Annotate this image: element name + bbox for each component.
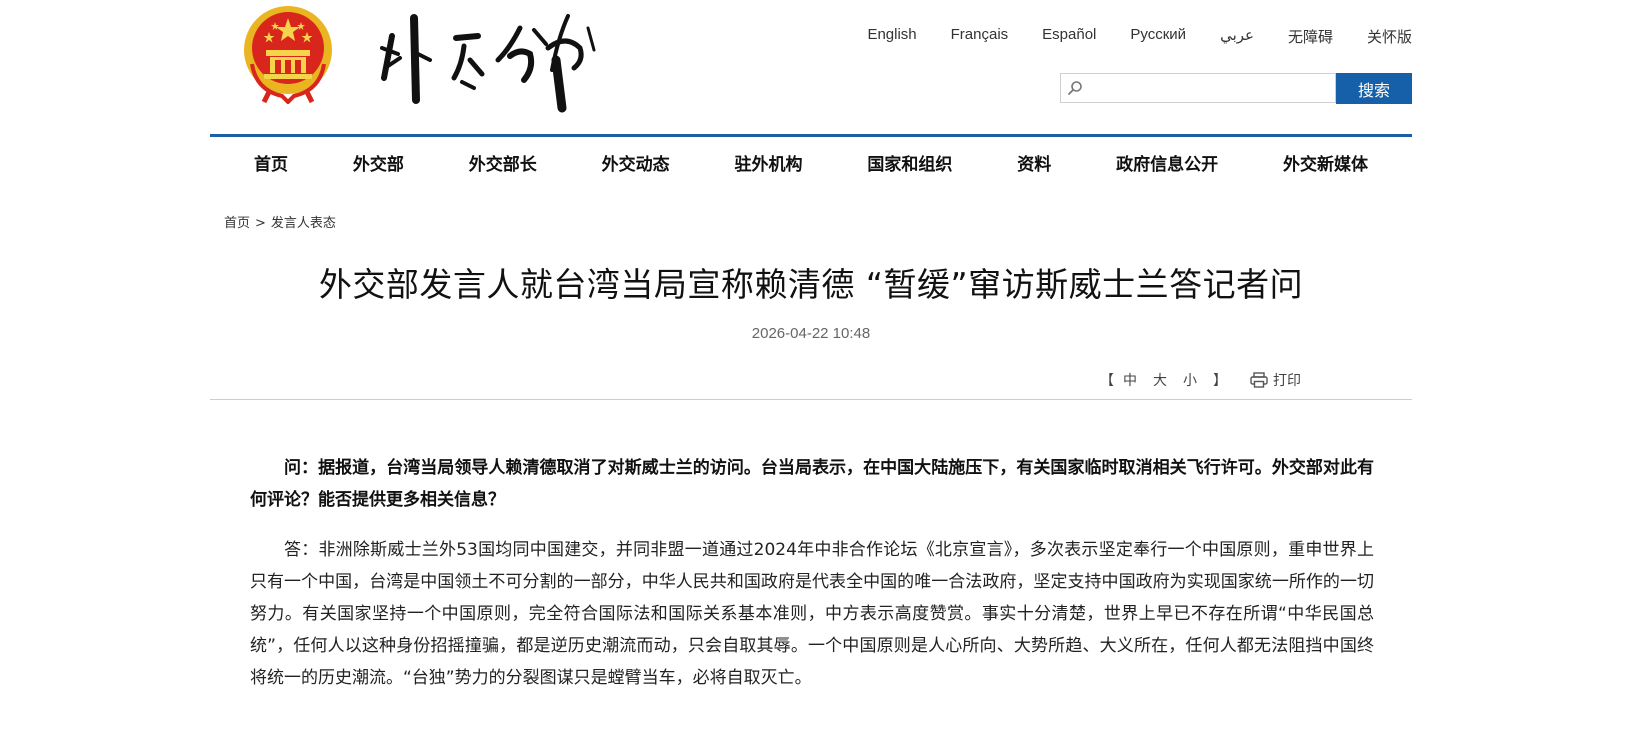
lang-link-russian[interactable]: Русский xyxy=(1130,26,1186,47)
font-size-medium-option[interactable]: 中 xyxy=(1123,373,1137,389)
print-button[interactable]: 打印 xyxy=(1250,370,1301,390)
nav-item-minister[interactable]: 外交部长 xyxy=(469,150,537,178)
national-emblem-logo[interactable] xyxy=(242,4,334,104)
lang-link-spanish[interactable]: Español xyxy=(1042,26,1096,47)
font-size-small-option[interactable]: 小 xyxy=(1183,373,1197,389)
font-size-bracket-open: 【 xyxy=(1100,373,1114,389)
printer-icon xyxy=(1250,372,1268,388)
search-box xyxy=(1060,73,1336,103)
ministry-calligraphy-logo xyxy=(380,14,596,113)
print-label: 打印 xyxy=(1273,373,1301,389)
search-icon xyxy=(1068,81,1082,95)
nav-item-new-media[interactable]: 外交新媒体 xyxy=(1283,150,1368,178)
page: English Français Español Русский عربي 无障… xyxy=(210,0,1412,730)
search-button[interactable]: 搜索 xyxy=(1336,73,1412,104)
article-title: 外交部发言人就台湾当局宣称赖清德 “暂缓”窜访斯威士兰答记者问 xyxy=(318,265,1304,304)
nav-item-countries-organizations[interactable]: 国家和组织 xyxy=(867,150,952,178)
search-input[interactable] xyxy=(1087,77,1331,101)
lang-link-english[interactable]: English xyxy=(867,26,916,47)
elderly-care-mode-link[interactable]: 关怀版 xyxy=(1367,26,1412,47)
breadcrumb-home-link[interactable]: 首页 xyxy=(224,216,250,231)
main-nav: 首页 外交部 外交部长 外交动态 驻外机构 国家和组织 资料 政府信息公开 外交… xyxy=(210,150,1412,178)
nav-item-resources[interactable]: 资料 xyxy=(1017,150,1051,178)
nav-item-government-info[interactable]: 政府信息公开 xyxy=(1116,150,1218,178)
article-date: 2026-04-22 10:48 xyxy=(751,325,871,342)
breadcrumb-current-link[interactable]: 发言人表态 xyxy=(271,216,336,231)
language-bar: English Français Español Русский عربي 无障… xyxy=(833,26,1412,47)
breadcrumb: 首页 > 发言人表态 xyxy=(224,212,336,231)
lang-link-french[interactable]: Français xyxy=(951,26,1009,47)
nav-item-missions-overseas[interactable]: 驻外机构 xyxy=(735,150,803,178)
nav-item-home[interactable]: 首页 xyxy=(254,150,288,178)
header-divider xyxy=(210,134,1412,137)
article-body: 问：据报道，台湾当局领导人赖清德取消了对斯威士兰的访问。台当局表示，在中国大陆施… xyxy=(250,452,1374,706)
breadcrumb-separator: > xyxy=(255,216,266,231)
article-divider xyxy=(210,399,1412,400)
nav-item-diplomatic-news[interactable]: 外交动态 xyxy=(602,150,670,178)
question-paragraph: 问：据报道，台湾当局领导人赖清德取消了对斯威士兰的访问。台当局表示，在中国大陆施… xyxy=(250,458,1374,510)
lang-link-arabic[interactable]: عربي xyxy=(1220,26,1254,47)
answer-paragraph: 答：非洲除斯威士兰外53国均同中国建交，并同非盟一道通过2024年中非合作论坛《… xyxy=(250,540,1374,688)
font-size-controls: 【中大小】 xyxy=(1100,370,1236,390)
font-size-large-option[interactable]: 大 xyxy=(1153,373,1167,389)
nav-item-ministry[interactable]: 外交部 xyxy=(353,150,404,178)
accessibility-link[interactable]: 无障碍 xyxy=(1288,26,1333,47)
font-size-bracket-close: 】 xyxy=(1213,373,1227,389)
